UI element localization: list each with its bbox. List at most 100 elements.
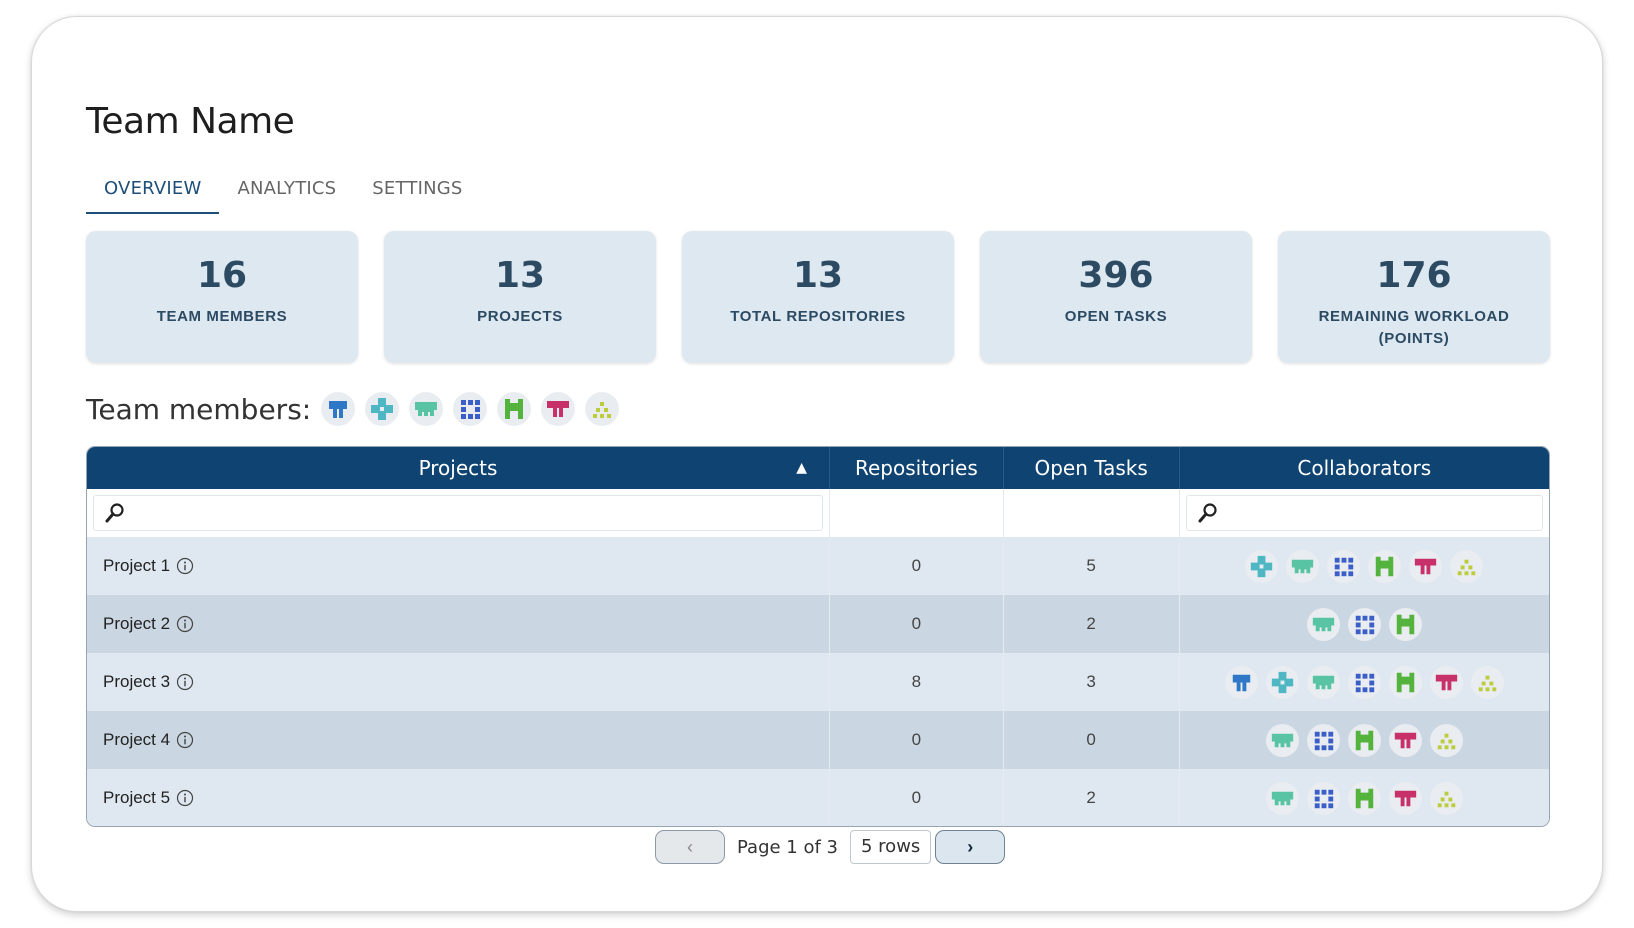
column-header-open-tasks[interactable]: Open Tasks bbox=[1004, 447, 1180, 489]
navy-avatar-icon[interactable] bbox=[453, 392, 488, 426]
project-cell: Project 5 bbox=[87, 769, 830, 826]
navy-avatar-icon[interactable] bbox=[1327, 549, 1361, 583]
stat-value: 13 bbox=[792, 255, 844, 296]
open-tasks-cell: 2 bbox=[1004, 595, 1180, 653]
crimson-avatar-icon[interactable] bbox=[1388, 723, 1422, 757]
sort-ascending-icon[interactable]: ▲ bbox=[796, 447, 807, 489]
olive-avatar-icon[interactable] bbox=[1429, 723, 1463, 757]
project-name[interactable]: Project 5 bbox=[103, 788, 170, 808]
olive-avatar-icon[interactable] bbox=[1450, 549, 1484, 583]
project-filter-input[interactable] bbox=[134, 504, 822, 522]
crimson-avatar-icon[interactable] bbox=[1429, 665, 1463, 699]
blue-avatar-icon[interactable] bbox=[1224, 665, 1258, 699]
collaborators-cell bbox=[1180, 595, 1549, 653]
table-body: Project 1 0 5 Project 2 0 2 Project 3 8 3 Project… bbox=[87, 537, 1549, 826]
repositories-cell: 8 bbox=[830, 653, 1004, 711]
table-row[interactable]: Project 5 02 bbox=[87, 769, 1549, 826]
pagination: ‹ Page 1 of 3 5 rows › bbox=[655, 829, 1006, 865]
blue-avatar-icon[interactable] bbox=[321, 392, 356, 426]
project-filter-box bbox=[93, 495, 823, 531]
team-members-strip: Team members: bbox=[86, 392, 629, 426]
green-avatar-icon[interactable] bbox=[1347, 781, 1381, 815]
green-avatar-icon[interactable] bbox=[1388, 665, 1422, 699]
team-members-label: Team members: bbox=[86, 392, 312, 426]
info-icon[interactable] bbox=[176, 673, 194, 691]
prev-page-button[interactable]: ‹ bbox=[655, 830, 725, 864]
tab-bar: OVERVIEW ANALYTICS SETTINGS bbox=[86, 168, 481, 214]
table-row[interactable]: Project 3 83 bbox=[87, 653, 1549, 711]
tab-overview[interactable]: OVERVIEW bbox=[86, 168, 220, 214]
stat-value: 13 bbox=[494, 255, 546, 296]
repositories-cell: 0 bbox=[830, 711, 1004, 769]
mint-avatar-icon[interactable] bbox=[409, 392, 444, 426]
info-icon[interactable] bbox=[176, 557, 194, 575]
open-tasks-cell: 2 bbox=[1004, 769, 1180, 826]
page-title: Team Name bbox=[86, 101, 295, 142]
green-avatar-icon[interactable] bbox=[1368, 549, 1402, 583]
collaborators-cell bbox=[1180, 653, 1549, 711]
navy-avatar-icon[interactable] bbox=[1306, 723, 1340, 757]
green-avatar-icon[interactable] bbox=[1388, 607, 1422, 641]
search-icon bbox=[104, 502, 126, 524]
filter-cell-empty bbox=[830, 489, 1004, 537]
project-cell: Project 1 bbox=[87, 537, 830, 595]
info-icon[interactable] bbox=[176, 789, 194, 807]
rows-per-page-select[interactable]: 5 rows bbox=[850, 830, 932, 864]
project-name[interactable]: Project 4 bbox=[103, 730, 170, 750]
collaborators-cell bbox=[1180, 711, 1549, 769]
crimson-avatar-icon[interactable] bbox=[541, 392, 576, 426]
table-row[interactable]: Project 1 05 bbox=[87, 537, 1549, 595]
stat-value: 16 bbox=[196, 255, 248, 296]
mint-avatar-icon[interactable] bbox=[1306, 607, 1340, 641]
filter-cell-empty bbox=[1004, 489, 1180, 537]
column-header-repositories[interactable]: Repositories bbox=[830, 447, 1004, 489]
navy-avatar-icon[interactable] bbox=[1347, 665, 1381, 699]
open-tasks-cell: 0 bbox=[1004, 711, 1180, 769]
repositories-cell: 0 bbox=[830, 595, 1004, 653]
project-filter-cell bbox=[87, 489, 830, 537]
teal-avatar-icon[interactable] bbox=[1245, 549, 1279, 583]
olive-avatar-icon[interactable] bbox=[585, 392, 620, 426]
project-name[interactable]: Project 1 bbox=[103, 556, 170, 576]
mint-avatar-icon[interactable] bbox=[1286, 549, 1320, 583]
column-header-projects[interactable]: Projects ▲ bbox=[87, 447, 830, 489]
green-avatar-icon[interactable] bbox=[497, 392, 532, 426]
teal-avatar-icon[interactable] bbox=[365, 392, 400, 426]
collaborator-filter-input[interactable] bbox=[1226, 504, 1542, 522]
projects-table: Projects ▲ Repositories Open Tasks Colla… bbox=[86, 446, 1550, 827]
project-cell: Project 2 bbox=[87, 595, 830, 653]
navy-avatar-icon[interactable] bbox=[1306, 781, 1340, 815]
tab-analytics[interactable]: ANALYTICS bbox=[219, 168, 354, 214]
stat-label: PROJECTS bbox=[477, 308, 563, 325]
stat-card-remaining-workload: 176 REMAINING WORKLOAD (POINTS) bbox=[1278, 231, 1550, 363]
tab-settings[interactable]: SETTINGS bbox=[354, 168, 480, 214]
info-icon[interactable] bbox=[176, 615, 194, 633]
stat-card-open-tasks: 396 OPEN TASKS bbox=[980, 231, 1252, 363]
search-icon bbox=[1197, 502, 1219, 524]
teal-avatar-icon[interactable] bbox=[1265, 665, 1299, 699]
olive-avatar-icon[interactable] bbox=[1470, 665, 1504, 699]
info-icon[interactable] bbox=[176, 731, 194, 749]
stat-label: TOTAL REPOSITORIES bbox=[730, 308, 906, 325]
project-name[interactable]: Project 3 bbox=[103, 672, 170, 692]
repositories-cell: 0 bbox=[830, 769, 1004, 826]
navy-avatar-icon[interactable] bbox=[1347, 607, 1381, 641]
crimson-avatar-icon[interactable] bbox=[1409, 549, 1443, 583]
table-row[interactable]: Project 2 02 bbox=[87, 595, 1549, 653]
green-avatar-icon[interactable] bbox=[1347, 723, 1381, 757]
project-name[interactable]: Project 2 bbox=[103, 614, 170, 634]
collaborator-filter-cell bbox=[1180, 489, 1550, 537]
stat-label: OPEN TASKS bbox=[1064, 308, 1168, 325]
mint-avatar-icon[interactable] bbox=[1306, 665, 1340, 699]
crimson-avatar-icon[interactable] bbox=[1388, 781, 1422, 815]
mint-avatar-icon[interactable] bbox=[1265, 781, 1299, 815]
mint-avatar-icon[interactable] bbox=[1265, 723, 1299, 757]
column-header-collaborators[interactable]: Collaborators bbox=[1180, 447, 1549, 489]
table-row[interactable]: Project 4 00 bbox=[87, 711, 1549, 769]
stat-card-team-members: 16 TEAM MEMBERS bbox=[86, 231, 358, 363]
open-tasks-cell: 3 bbox=[1004, 653, 1180, 711]
next-page-button[interactable]: › bbox=[935, 830, 1006, 864]
olive-avatar-icon[interactable] bbox=[1429, 781, 1463, 815]
team-members-avatars bbox=[321, 392, 629, 426]
collaborator-filter-box bbox=[1185, 495, 1543, 531]
